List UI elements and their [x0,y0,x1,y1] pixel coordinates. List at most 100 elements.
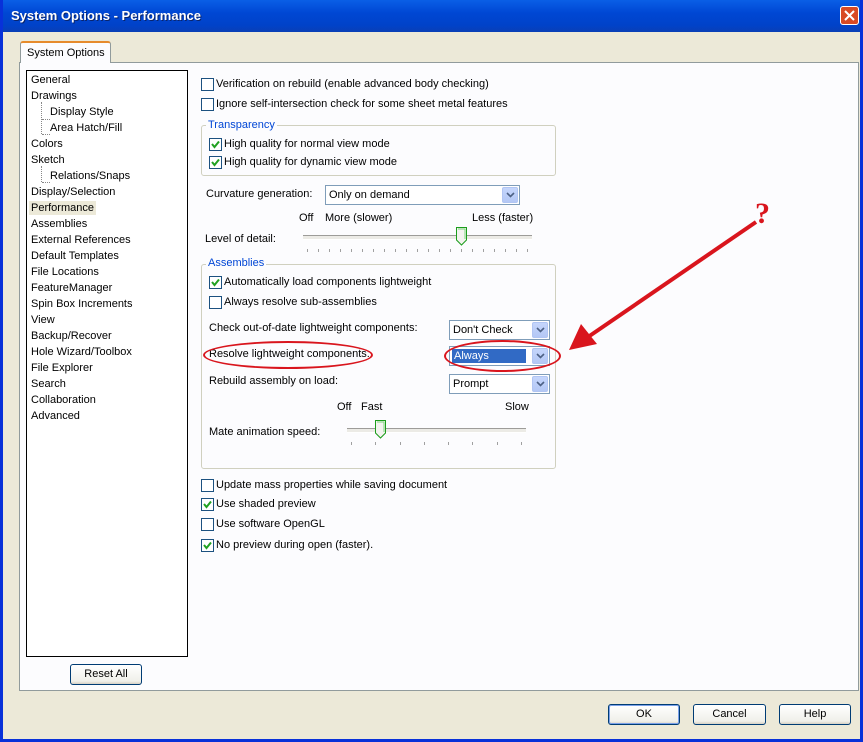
transparency-group [201,125,556,176]
close-button[interactable] [840,6,859,25]
cancel-button[interactable]: Cancel [693,704,766,725]
mate-speed-label: Mate animation speed: [209,426,321,438]
slider-tick [318,249,319,252]
mate-slider-track[interactable] [347,428,526,433]
tree-item-default-templates[interactable]: Default Templates [31,249,119,263]
transparency-title: Transparency [206,119,277,131]
slider-tick [340,249,341,252]
software-opengl-label: Use software OpenGL [216,518,325,530]
tree-item-file-explorer[interactable]: File Explorer [31,361,93,375]
tree-item-spin-box-increments[interactable]: Spin Box Increments [31,297,133,311]
slider-tick [472,249,473,252]
check-out-of-date-label: Check out-of-date lightweight components… [209,322,418,334]
lod-off-label: Off [299,212,314,224]
slider-tick [424,442,425,445]
lod-slider-track[interactable] [303,235,532,240]
slider-tick [400,442,401,445]
rebuild-on-load-select[interactable]: Prompt [449,374,550,394]
tree-item-general[interactable]: General [31,73,70,87]
tree-item-display-style[interactable]: Display Style [50,105,114,119]
mate-off-label: Off [337,401,352,413]
slider-tick [375,442,376,445]
no-preview-checkbox[interactable] [201,539,214,552]
annotation-oval-label [203,341,373,369]
verification-checkbox[interactable] [201,78,214,91]
check-icon [211,158,220,167]
transparency-normal-label: High quality for normal view mode [224,138,390,150]
tree-item-drawings[interactable]: Drawings [31,89,77,103]
curvature-label: Curvature generation: [206,188,313,200]
ignore-self-intersection-checkbox[interactable] [201,98,214,111]
curvature-select[interactable]: Only on demand [325,185,520,205]
lod-less-label: Less (faster) [472,212,534,224]
transparency-dynamic-checkbox[interactable] [209,156,222,169]
check-icon [203,541,212,550]
lod-slider-thumb[interactable] [456,227,467,246]
transparency-normal-checkbox[interactable] [209,138,222,151]
tree-item-collaboration[interactable]: Collaboration [31,393,96,407]
slider-tick [406,249,407,252]
help-button[interactable]: Help [779,704,851,725]
tree-item-external-references[interactable]: External References [31,233,131,247]
tree-item-backup-recover[interactable]: Backup/Recover [31,329,112,343]
check-out-of-date-select[interactable]: Don't Check [449,320,550,340]
dropdown-button[interactable] [532,376,548,392]
tree-item-display-selection[interactable]: Display/Selection [31,185,115,199]
tab-system-options[interactable]: System Options [20,41,111,63]
tree-item-performance[interactable]: Performance [29,201,96,215]
reset-all-button[interactable]: Reset All [70,664,142,685]
chevron-down-icon [536,327,545,333]
tree-item-relations-snaps[interactable]: Relations/Snaps [50,169,130,183]
tree-item-file-locations[interactable]: File Locations [31,265,99,279]
update-mass-label: Update mass properties while saving docu… [216,479,448,491]
always-resolve-checkbox[interactable] [209,296,222,309]
check-out-of-date-value: Don't Check [453,324,513,336]
slider-tick [494,249,495,252]
tree-item-view[interactable]: View [31,313,55,327]
tab-label: System Options [27,47,105,59]
slider-tick [362,249,363,252]
mate-fast-label: Fast [361,401,383,413]
close-icon [844,10,855,21]
always-resolve-label: Always resolve sub-assemblies [224,296,377,308]
mate-slider-thumb[interactable] [375,420,386,439]
no-preview-label: No preview during open (faster). [216,539,374,551]
slider-tick [307,249,308,252]
tree-connector [42,182,50,183]
auto-load-lightweight-label: Automatically load components lightweigh… [224,276,432,288]
update-mass-checkbox[interactable] [201,479,214,492]
slider-tick [450,249,451,252]
tree-item-featuremanager[interactable]: FeatureManager [31,281,112,295]
curvature-value: Only on demand [329,189,410,201]
title-bar[interactable]: System Options - Performance [3,0,860,32]
window-title: System Options - Performance [11,8,201,23]
shaded-preview-label: Use shaded preview [216,498,316,510]
tree-connector [42,119,50,120]
dropdown-button[interactable] [502,187,518,203]
slider-tick [428,249,429,252]
slider-tick [497,442,498,445]
software-opengl-checkbox[interactable] [201,518,214,531]
tree-item-colors[interactable]: Colors [31,137,63,151]
tree-item-advanced[interactable]: Advanced [31,409,80,423]
slider-tick [417,249,418,252]
tree-item-search[interactable]: Search [31,377,66,391]
tree-item-assemblies[interactable]: Assemblies [31,217,87,231]
tree-item-sketch[interactable]: Sketch [31,153,65,167]
chevron-down-icon [506,192,515,198]
ok-button[interactable]: OK [608,704,680,725]
slider-tick [516,249,517,252]
auto-load-lightweight-checkbox[interactable] [209,276,222,289]
slider-tick [461,249,462,252]
options-tree: General Drawings Display Style Area Hatc… [26,70,188,657]
shaded-preview-checkbox[interactable] [201,498,214,511]
check-icon [211,278,220,287]
annotation-oval-select [444,340,561,372]
system-options-window: System Options - Performance System Opti… [0,0,863,742]
verification-label: Verification on rebuild (enable advanced… [216,78,489,90]
dropdown-button[interactable] [532,322,548,338]
slider-tick [521,442,522,445]
chevron-down-icon [536,381,545,387]
tree-item-hole-wizard[interactable]: Hole Wizard/Toolbox [31,345,132,359]
tree-item-area-hatch[interactable]: Area Hatch/Fill [50,121,122,135]
